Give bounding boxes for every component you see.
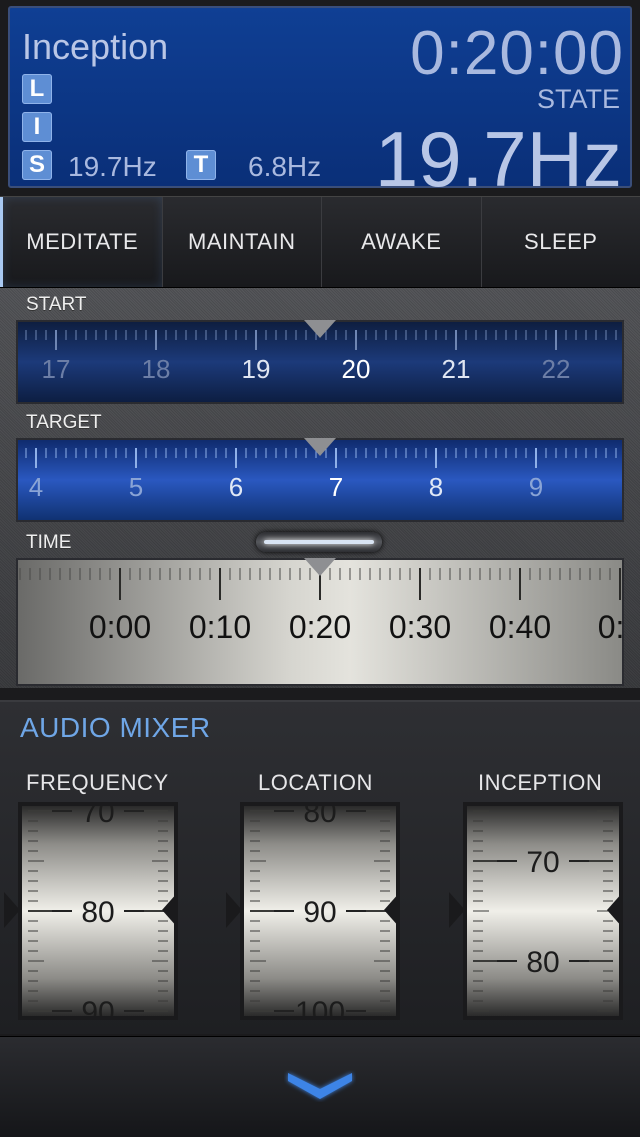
inception-drum-scale: 70 80 <box>467 806 619 1016</box>
time-pointer <box>304 558 336 576</box>
location-badge[interactable]: L <box>22 74 52 104</box>
tab-maintain[interactable]: MAINTAIN <box>163 197 323 287</box>
time-scale-label: 0:00 <box>89 609 151 645</box>
scale-label: 5 <box>129 472 143 502</box>
target-frequency: 6.8Hz <box>248 151 321 183</box>
time-scale-label: 0:5 <box>598 609 622 645</box>
scale-label: 18 <box>142 354 171 384</box>
panel-drag-handle[interactable] <box>256 532 382 552</box>
scale-label: 19 <box>242 354 271 384</box>
time-slider[interactable]: 0:00 0:10 0:20 0:30 0:40 0:5 <box>16 558 624 686</box>
slider-panel: START 17 18 19 20 21 22 TARGET 4 5 6 7 8 9 TIME 0:… <box>0 288 640 688</box>
state-frequency: 19.7Hz <box>375 114 622 205</box>
tab-sleep[interactable]: SLEEP <box>482 197 640 287</box>
target-pointer <box>304 438 336 456</box>
location-drum-scale: 80 90 100 <box>244 806 396 1016</box>
preset-title: Inception <box>22 26 168 68</box>
scale-label: 20 <box>342 354 371 384</box>
session-timer: 0:20:00 <box>410 18 624 89</box>
audio-mixer: AUDIO MIXER FREQUENCY LOCATION INCEPTION… <box>0 700 640 1034</box>
bottom-bar <box>0 1036 640 1137</box>
frequency-left-notch <box>4 892 20 928</box>
scale-label: 21 <box>442 354 471 384</box>
inception-volume-drum[interactable]: 70 80 <box>463 802 623 1020</box>
location-volume-drum[interactable]: 80 90 100 <box>240 802 400 1020</box>
start-frequency: 19.7Hz <box>68 151 157 183</box>
scale-label: 8 <box>429 472 443 502</box>
time-scale-label: 0:30 <box>389 609 451 645</box>
target-label: TARGET <box>26 412 102 434</box>
drum-mark-label: 80 <box>303 806 336 829</box>
scale-label: 22 <box>542 354 571 384</box>
scale-label: 7 <box>329 472 343 502</box>
location-left-notch <box>226 892 242 928</box>
time-label: TIME <box>26 532 71 554</box>
drum-mark-label: 80 <box>526 946 559 979</box>
start-label: START <box>26 294 87 316</box>
time-scale-label: 0:10 <box>189 609 251 645</box>
drum-mark-label: 70 <box>526 846 559 879</box>
time-scale-label: 0:20 <box>289 609 351 645</box>
scale-label: 9 <box>529 472 543 502</box>
inception-channel-label: INCEPTION <box>478 770 602 796</box>
target-badge: T <box>186 150 216 180</box>
scale-label: 6 <box>229 472 243 502</box>
scale-label: 17 <box>42 354 71 384</box>
state-label: STATE <box>537 84 620 115</box>
tab-meditate[interactable]: MEDITATE <box>0 197 163 287</box>
status-display: Inception 0:20:00 STATE 19.7Hz L I S 19.… <box>8 6 632 188</box>
drum-mark-label: 70 <box>81 806 114 829</box>
start-badge: S <box>22 150 52 180</box>
start-pointer <box>304 320 336 338</box>
location-right-notch <box>384 892 400 928</box>
drum-mark-label: 100 <box>295 996 345 1016</box>
frequency-right-notch <box>162 892 178 928</box>
tab-awake[interactable]: AWAKE <box>322 197 482 287</box>
frequency-channel-label: FREQUENCY <box>26 770 169 796</box>
inception-right-notch <box>607 892 623 928</box>
drum-mark-label: 80 <box>81 896 114 929</box>
mixer-title: AUDIO MIXER <box>20 712 211 744</box>
scale-label: 4 <box>29 472 43 502</box>
mode-tabs: MEDITATE MAINTAIN AWAKE SLEEP <box>0 196 640 288</box>
frequency-volume-drum[interactable]: 70 80 90 <box>18 802 178 1020</box>
inception-badge[interactable]: I <box>22 112 52 142</box>
chevron-down-icon[interactable] <box>284 1067 356 1103</box>
time-scale: 0:00 0:10 0:20 0:30 0:40 0:5 <box>18 560 622 684</box>
inception-left-notch <box>449 892 465 928</box>
location-channel-label: LOCATION <box>258 770 373 796</box>
frequency-drum-scale: 70 80 90 <box>22 806 174 1016</box>
time-scale-label: 0:40 <box>489 609 551 645</box>
drum-mark-label: 90 <box>303 896 336 929</box>
drum-mark-label: 90 <box>81 996 114 1016</box>
